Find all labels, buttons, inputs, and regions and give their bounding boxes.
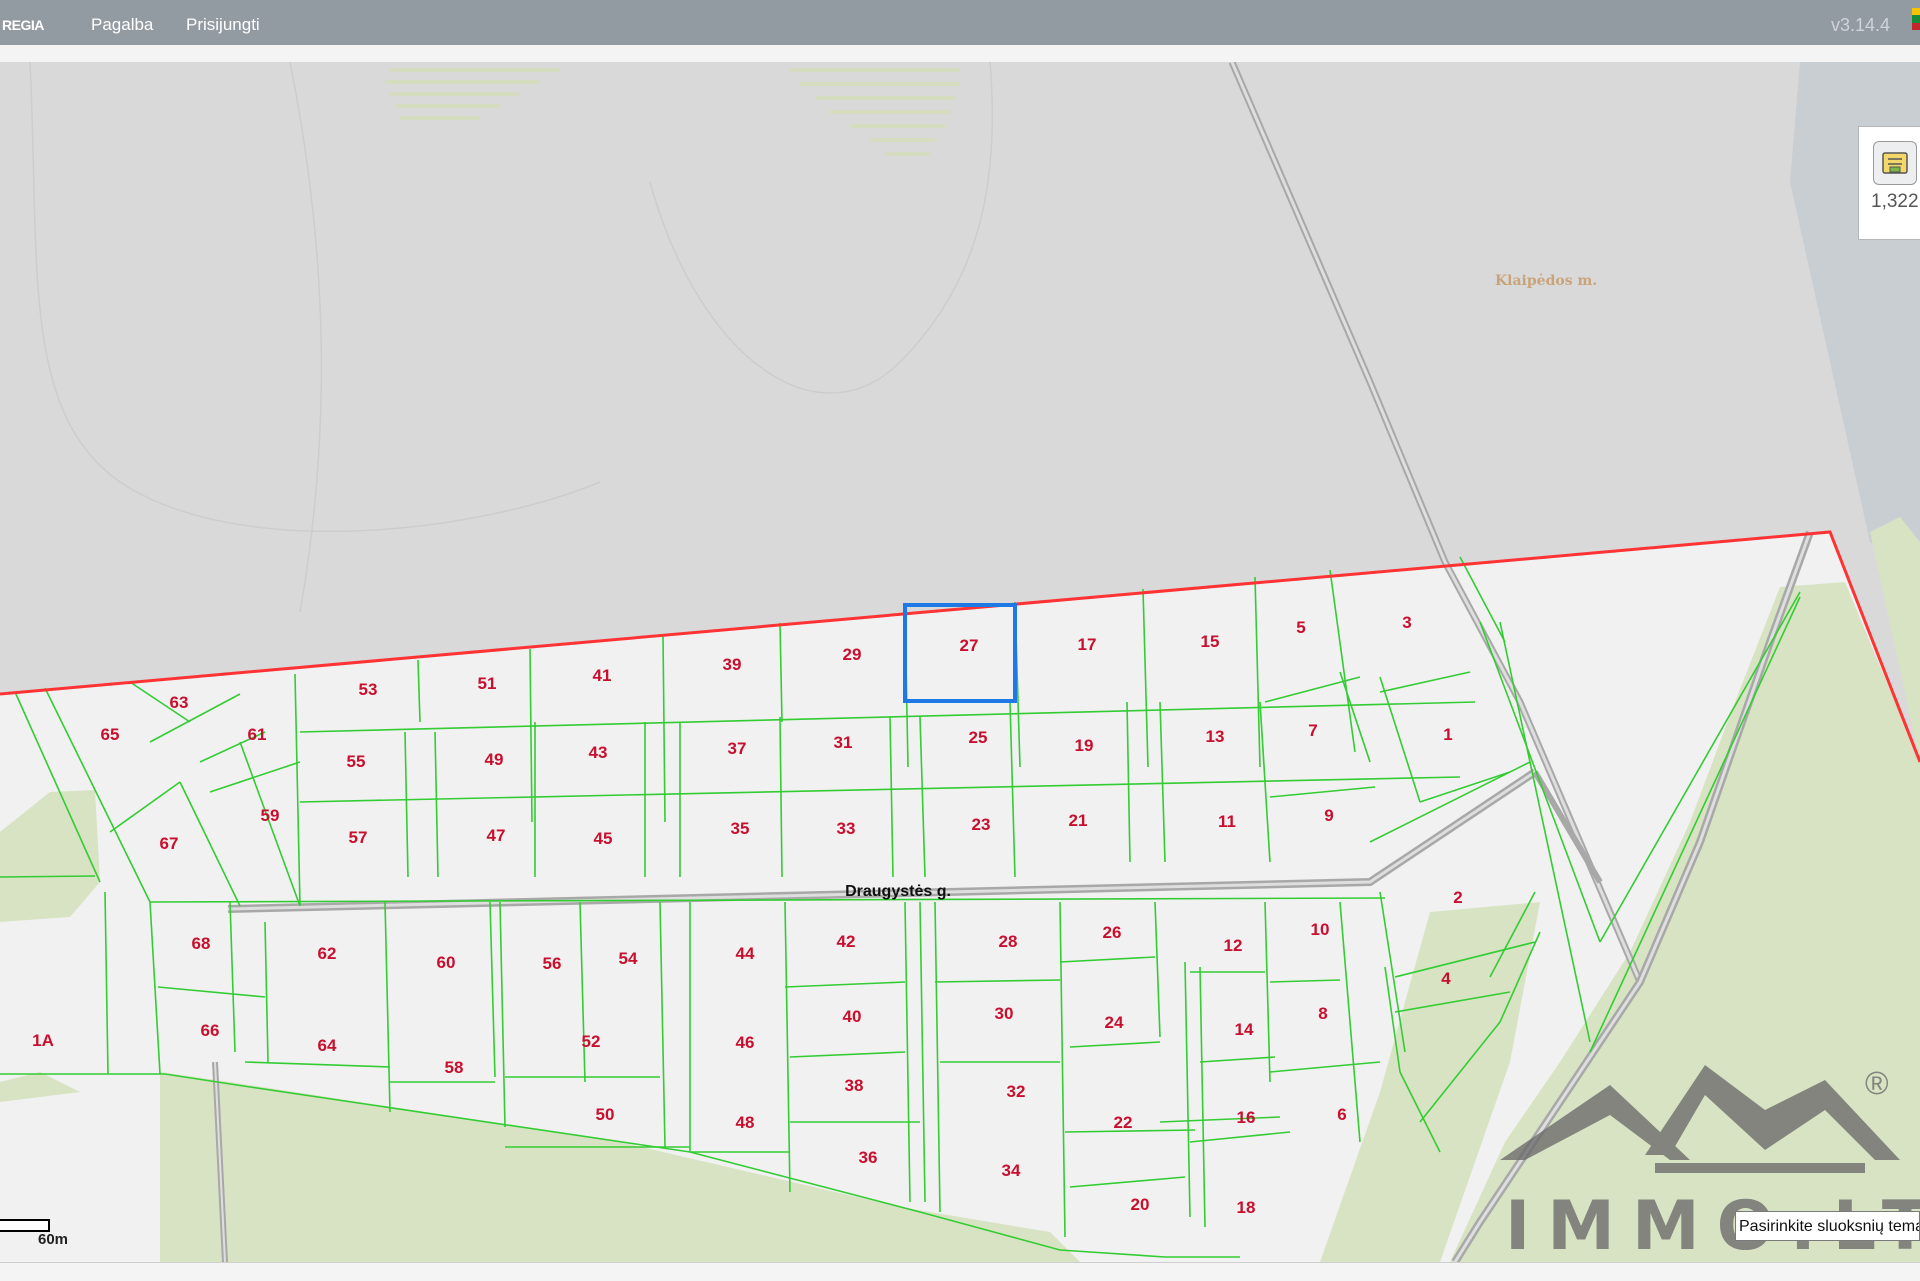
lot-label-34[interactable]: 34 (1002, 1161, 1021, 1180)
lot-label-46[interactable]: 46 (736, 1033, 755, 1052)
map-scale-value: 1,322 (1871, 191, 1919, 212)
lot-label-1A[interactable]: 1A (32, 1031, 54, 1050)
lot-label-33[interactable]: 33 (837, 819, 856, 838)
lot-label-50[interactable]: 50 (596, 1105, 615, 1124)
lot-label-38[interactable]: 38 (845, 1076, 864, 1095)
lot-label-37[interactable]: 37 (728, 739, 747, 758)
lot-label-29[interactable]: 29 (843, 645, 862, 664)
lot-label-19[interactable]: 19 (1075, 736, 1094, 755)
lot-label-11[interactable]: 11 (1218, 812, 1236, 831)
version-label: v3.14.4 (1830, 15, 1890, 35)
lot-label-62[interactable]: 62 (318, 944, 337, 963)
print-map-button[interactable] (1873, 141, 1917, 185)
lot-label-3[interactable]: 3 (1402, 613, 1411, 632)
lot-label-22[interactable]: 22 (1114, 1113, 1133, 1132)
lot-label-57[interactable]: 57 (349, 828, 368, 847)
lot-label-63[interactable]: 63 (170, 693, 189, 712)
lot-label-30[interactable]: 30 (995, 1004, 1014, 1023)
toolbar-strip (0, 45, 1920, 63)
print-map-icon (1882, 152, 1908, 174)
lot-label-31[interactable]: 31 (834, 733, 853, 752)
lot-label-64[interactable]: 64 (318, 1036, 337, 1055)
lot-label-4[interactable]: 4 (1441, 969, 1451, 988)
lot-label-17[interactable]: 17 (1078, 635, 1097, 654)
map-tools-panel: 1,322 (1858, 126, 1920, 240)
lot-label-25[interactable]: 25 (969, 728, 988, 747)
lot-label-6[interactable]: 6 (1337, 1105, 1346, 1124)
lot-label-48[interactable]: 48 (736, 1113, 755, 1132)
lot-label-65[interactable]: 65 (101, 725, 120, 744)
bottom-status-bar (0, 1262, 1920, 1281)
lot-label-42[interactable]: 42 (837, 932, 856, 951)
lot-label-5[interactable]: 5 (1296, 618, 1305, 637)
lot-label-52[interactable]: 52 (582, 1032, 601, 1051)
scale-bar-label: 60m (38, 1231, 69, 1248)
lot-label-27[interactable]: 27 (960, 636, 979, 655)
lot-label-56[interactable]: 56 (543, 954, 562, 973)
lot-label-60[interactable]: 60 (437, 953, 456, 972)
lot-label-51[interactable]: 51 (478, 674, 497, 693)
cadastral-map-layer[interactable]: Klaipėdos m. Draugystės g. 11A2345678910… (0, 62, 1920, 1262)
lot-label-20[interactable]: 20 (1131, 1195, 1150, 1214)
lot-label-49[interactable]: 49 (485, 750, 504, 769)
lot-label-45[interactable]: 45 (594, 829, 613, 848)
lot-label-55[interactable]: 55 (347, 752, 366, 771)
menu-help[interactable]: Pagalba (91, 15, 153, 35)
lot-label-66[interactable]: 66 (201, 1021, 220, 1040)
lot-label-32[interactable]: 32 (1007, 1082, 1026, 1101)
lot-label-9[interactable]: 9 (1324, 806, 1333, 825)
lot-label-28[interactable]: 28 (999, 932, 1018, 951)
lot-label-53[interactable]: 53 (359, 680, 378, 699)
layer-theme-select[interactable]: Pasirinkite sluoksnių tema (1735, 1211, 1920, 1241)
lot-label-61[interactable]: 61 (248, 725, 267, 744)
lot-label-39[interactable]: 39 (723, 655, 742, 674)
lot-label-36[interactable]: 36 (859, 1148, 878, 1167)
lot-label-44[interactable]: 44 (736, 944, 755, 963)
city-label: Klaipėdos m. (1495, 273, 1597, 289)
lot-label-67[interactable]: 67 (160, 834, 179, 853)
lot-label-16[interactable]: 16 (1237, 1108, 1256, 1127)
lot-label-23[interactable]: 23 (972, 815, 991, 834)
lot-label-1[interactable]: 1 (1443, 725, 1452, 744)
lot-label-40[interactable]: 40 (843, 1007, 862, 1026)
lot-label-12[interactable]: 12 (1224, 936, 1243, 955)
lot-label-2[interactable]: 2 (1453, 888, 1462, 907)
lot-label-26[interactable]: 26 (1103, 923, 1122, 942)
lot-label-13[interactable]: 13 (1206, 727, 1225, 746)
street-label: Draugystės g. (845, 883, 951, 900)
lot-label-15[interactable]: 15 (1201, 632, 1220, 651)
app-logo: REGIA (2, 17, 44, 33)
language-flag-icon[interactable] (1912, 8, 1920, 30)
lot-label-10[interactable]: 10 (1311, 920, 1330, 939)
lot-label-7[interactable]: 7 (1308, 721, 1317, 740)
lot-label-18[interactable]: 18 (1237, 1198, 1256, 1217)
lot-label-43[interactable]: 43 (589, 743, 608, 762)
lot-label-58[interactable]: 58 (445, 1058, 464, 1077)
lot-label-47[interactable]: 47 (487, 826, 506, 845)
lot-label-14[interactable]: 14 (1235, 1020, 1254, 1039)
lot-label-41[interactable]: 41 (593, 666, 612, 685)
lot-label-8[interactable]: 8 (1318, 1004, 1327, 1023)
lot-label-68[interactable]: 68 (192, 934, 211, 953)
lot-label-59[interactable]: 59 (261, 806, 280, 825)
lot-label-54[interactable]: 54 (619, 949, 638, 968)
top-navigation-bar: REGIA Pagalba Prisijungti v3.14.4 (0, 0, 1920, 45)
lot-label-35[interactable]: 35 (731, 819, 750, 838)
lot-label-24[interactable]: 24 (1105, 1013, 1124, 1032)
lot-label-21[interactable]: 21 (1069, 811, 1088, 830)
menu-login[interactable]: Prisijungti (186, 15, 260, 35)
map-canvas[interactable]: Klaipėdos m. Draugystės g. 1 1A 2 3 4 5 6 7 8 9 10… (0, 62, 1920, 1262)
